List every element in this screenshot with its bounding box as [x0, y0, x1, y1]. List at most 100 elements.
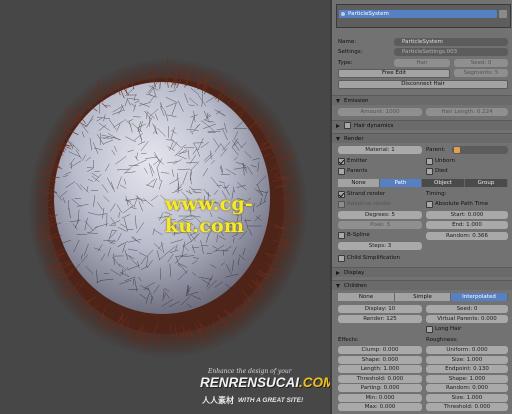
effects-label: Effects:: [338, 337, 359, 343]
children-title: Children: [344, 283, 367, 289]
roughness-field[interactable]: Uniform: 0.000: [426, 346, 508, 354]
site-logo: Enhance the design of your RENRENSUCAI.C…: [200, 368, 334, 412]
children-seed-field[interactable]: Seed: 0: [426, 305, 508, 313]
name-label: Name:: [338, 39, 357, 45]
name-field[interactable]: ParticleSystem: [394, 38, 508, 46]
effects-field[interactable]: Shape: 0.000: [338, 355, 422, 364]
render-header[interactable]: Render: [332, 133, 512, 143]
bspline-label: B-Spline: [347, 232, 370, 238]
type-label: Type:: [338, 60, 353, 66]
children-display-field[interactable]: Display: 10: [338, 305, 422, 313]
effects-field[interactable]: Max: 0.000: [338, 403, 422, 411]
logo-sub: WITH A GREAT SITE!: [238, 397, 304, 404]
parent-field[interactable]: [452, 146, 508, 154]
type-select[interactable]: Hair: [394, 59, 450, 67]
bspline-checkbox[interactable]: [338, 232, 345, 239]
effects-field[interactable]: Length: 1.000: [338, 365, 422, 373]
children-mode-simple[interactable]: Simple: [395, 293, 451, 301]
died-checkbox[interactable]: [426, 168, 433, 175]
start-field[interactable]: Start: 0.000: [426, 211, 508, 219]
long-hair-checkbox[interactable]: [426, 326, 433, 333]
pixel-field[interactable]: Pixel: 3: [338, 221, 422, 229]
expand-icon: [336, 124, 340, 128]
logo-brand-b: .COM: [299, 375, 335, 390]
hair-length-field[interactable]: Hair Length: 0.224: [426, 108, 508, 116]
watermark-text: www.cg-ku.com: [165, 193, 253, 237]
roughness-label: Roughness:: [426, 337, 458, 343]
object-icon: [454, 147, 460, 153]
adaptive-render-checkbox[interactable]: [338, 201, 345, 208]
end-field[interactable]: End: 1.000: [426, 221, 508, 229]
particle-icon: [341, 12, 345, 16]
collapse-icon: [336, 99, 340, 103]
settings-label: Settings:: [338, 49, 363, 55]
hair-dynamics-title: Hair dynamics: [354, 123, 394, 129]
children-mode-none[interactable]: None: [338, 293, 395, 301]
long-hair-label: Long Hair: [435, 326, 462, 332]
display-header[interactable]: Display: [332, 267, 512, 277]
roughness-field[interactable]: Random: 0.000: [426, 384, 508, 392]
expand-icon: [336, 271, 340, 275]
3d-viewport[interactable]: www.cg-ku.com Enhance the design of your…: [0, 0, 334, 414]
strand-render-label: Strand render: [347, 191, 386, 197]
steps-field[interactable]: Steps: 3: [338, 242, 422, 250]
children-mode-interpolated[interactable]: Interpolated: [451, 293, 508, 301]
roughness-field[interactable]: Shape: 1.000: [426, 374, 508, 383]
child-simplification-checkbox[interactable]: [338, 255, 345, 262]
particle-system-list[interactable]: ParticleSystem: [336, 4, 511, 28]
render-title: Render: [344, 136, 364, 142]
unborn-label: Unborn: [435, 158, 456, 164]
hair-dynamics-checkbox[interactable]: [344, 122, 351, 129]
effects-field[interactable]: Threshold: 0.000: [338, 374, 422, 383]
logo-brand-a: RENRENSUCAI: [200, 375, 300, 390]
child-simplification-label: Child Simplification: [347, 255, 400, 261]
logo-cn: 人人素材: [202, 396, 234, 405]
children-render-field[interactable]: Render: 125: [338, 315, 422, 323]
collapse-icon: [336, 284, 340, 288]
emitter-label: Emitter: [347, 158, 368, 164]
roughness-field[interactable]: Size: 1.000: [426, 355, 508, 364]
virtual-parents-field[interactable]: Virtual Parents: 0.000: [426, 315, 508, 323]
seed-field[interactable]: Seed: 0: [454, 59, 508, 67]
list-item-label: ParticleSystem: [348, 11, 389, 17]
roughness-field[interactable]: Endpoint: 0.130: [426, 365, 508, 373]
roughness-field[interactable]: Size: 1.000: [426, 393, 508, 402]
display-title: Display: [344, 270, 365, 276]
logo-tagline: Enhance the design of your: [208, 368, 292, 375]
render-mode-object[interactable]: Object: [422, 179, 465, 187]
strand-render-checkbox[interactable]: [338, 191, 345, 198]
hair-dynamics-header[interactable]: Hair dynamics: [332, 120, 512, 130]
timing-label: Timing:: [426, 191, 447, 197]
render-mode-path[interactable]: Path: [380, 179, 422, 187]
logo-brand: RENRENSUCAI.COM: [200, 375, 334, 390]
emitter-checkbox[interactable]: [338, 158, 345, 165]
amount-field[interactable]: Amount: 1000: [338, 108, 422, 116]
list-add-button[interactable]: [499, 10, 507, 18]
particle-properties-panel: ParticleSystem Name: ParticleSystem Sett…: [330, 0, 512, 414]
died-label: Died: [435, 168, 448, 174]
parents-checkbox[interactable]: [338, 168, 345, 175]
roughness-field[interactable]: Threshold: 0.000: [426, 403, 508, 411]
effects-field[interactable]: Parting: 0.000: [338, 384, 422, 392]
material-field[interactable]: Material: 1: [338, 146, 422, 154]
disconnect-hair-button[interactable]: Disconnect Hair: [338, 80, 508, 89]
unborn-checkbox[interactable]: [426, 158, 433, 165]
random-field[interactable]: Random: 0.366: [426, 232, 508, 240]
free-edit-button[interactable]: Free Edit: [338, 69, 450, 78]
render-mode-none[interactable]: None: [338, 179, 380, 187]
children-header[interactable]: Children: [332, 280, 512, 290]
collapse-icon: [336, 137, 340, 141]
absolute-path-time-label: Absolute Path Time: [435, 201, 489, 207]
effects-field[interactable]: Min: 0.000: [338, 393, 422, 402]
absolute-path-time-checkbox[interactable]: [426, 201, 433, 208]
parents-label: Parents: [347, 168, 368, 174]
emission-header[interactable]: Emission: [332, 95, 512, 105]
degrees-field[interactable]: Degrees: 5: [338, 211, 422, 219]
settings-field[interactable]: ParticleSettings.003: [394, 48, 508, 56]
render-mode-group[interactable]: Group: [465, 179, 508, 187]
list-item[interactable]: ParticleSystem: [339, 10, 497, 18]
parent-label: Parent:: [426, 147, 446, 153]
emission-title: Emission: [344, 98, 369, 104]
segments-field[interactable]: Segments: 5: [454, 69, 508, 77]
effects-field[interactable]: Clump: 0.000: [338, 346, 422, 354]
